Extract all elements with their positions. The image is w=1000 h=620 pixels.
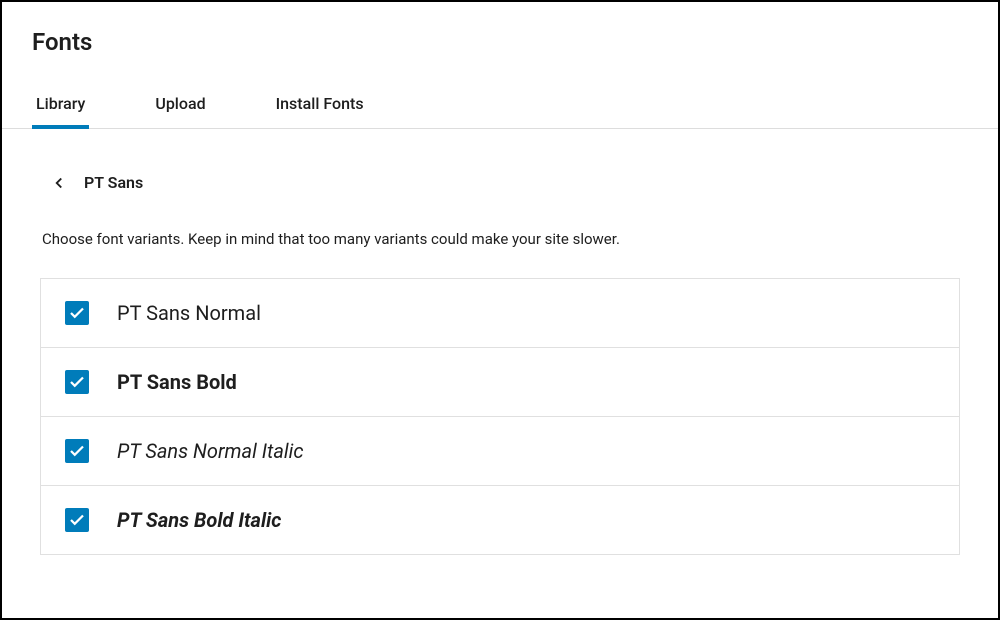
tab-library[interactable]: Library bbox=[32, 94, 89, 129]
checkbox[interactable] bbox=[65, 439, 89, 463]
checkbox[interactable] bbox=[65, 301, 89, 325]
tab-install-fonts[interactable]: Install Fonts bbox=[272, 94, 368, 128]
tab-upload[interactable]: Upload bbox=[151, 94, 209, 128]
variant-row[interactable]: PT Sans Normal bbox=[41, 279, 959, 348]
variant-label: PT Sans Bold bbox=[117, 370, 237, 394]
page-title: Fonts bbox=[2, 2, 998, 56]
checkbox[interactable] bbox=[65, 370, 89, 394]
variant-label: PT Sans Bold Italic bbox=[117, 508, 281, 532]
variant-label: PT Sans Normal Italic bbox=[117, 439, 303, 463]
variant-row[interactable]: PT Sans Normal Italic bbox=[41, 417, 959, 486]
variant-row[interactable]: PT Sans Bold Italic bbox=[41, 486, 959, 555]
variant-label: PT Sans Normal bbox=[117, 301, 261, 325]
breadcrumb: PT Sans bbox=[40, 173, 960, 192]
back-icon[interactable] bbox=[50, 174, 68, 192]
variant-list: PT Sans Normal PT Sans Bold PT Sans Norm… bbox=[40, 278, 960, 555]
variant-row[interactable]: PT Sans Bold bbox=[41, 348, 959, 417]
tabs: Library Upload Install Fonts bbox=[2, 56, 998, 129]
checkbox[interactable] bbox=[65, 508, 89, 532]
description: Choose font variants. Keep in mind that … bbox=[40, 230, 960, 248]
font-name: PT Sans bbox=[84, 173, 143, 192]
